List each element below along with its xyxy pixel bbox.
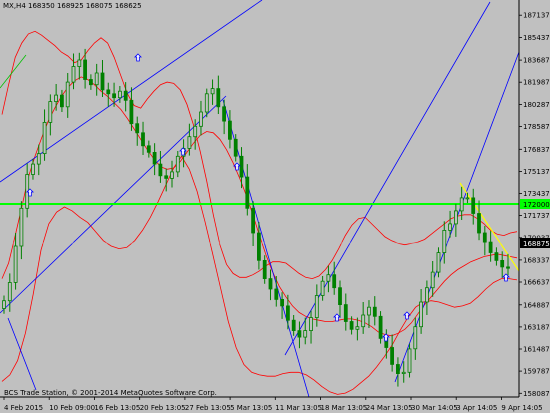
candle bbox=[378, 311, 383, 344]
x-tick-label: 20 Feb 13:05 bbox=[140, 404, 186, 412]
y-tick-label: 178587 bbox=[523, 123, 550, 131]
y-tick-label: 180287 bbox=[523, 101, 550, 109]
x-tick-label: 10 Feb 09:00 bbox=[49, 404, 95, 412]
x-tick-label: 3 Apr 14:05 bbox=[456, 404, 497, 412]
horizontal-level-value: 172000 bbox=[523, 201, 550, 209]
y-tick-label: 159787 bbox=[523, 368, 550, 376]
y-tick-label: 185437 bbox=[523, 34, 550, 42]
y-tick-label: 168337 bbox=[523, 256, 550, 264]
x-tick-label: 4 Feb 2015 bbox=[4, 404, 43, 412]
x-tick-label: 5 Mar 13:05 bbox=[230, 404, 272, 412]
x-tick-label: 9 Apr 14:05 bbox=[501, 404, 542, 412]
y-tick-label: 161487 bbox=[523, 346, 550, 354]
horizontal-level-label: 172000 bbox=[520, 199, 550, 209]
copyright-text: BCS Trade Station, © 2001-2014 MetaQuote… bbox=[4, 389, 217, 397]
x-tick-label: 16 Feb 13:05 bbox=[94, 404, 140, 412]
plot-area bbox=[0, 0, 519, 397]
y-tick-label: 173437 bbox=[523, 190, 550, 198]
y-tick-label: 175137 bbox=[523, 168, 550, 176]
x-tick-label: 11 Mar 13:05 bbox=[275, 404, 322, 412]
x-axis-ticks: 4 Feb 2015 10 Feb 09:00 16 Feb 13:05 20 Feb… bbox=[3, 397, 543, 412]
chart-header: MX,H4 168350 168925 168075 168625 bbox=[3, 2, 142, 10]
y-tick-label: 176837 bbox=[523, 146, 550, 154]
y-tick-label: 166637 bbox=[523, 279, 550, 287]
y-tick-label: 163187 bbox=[523, 323, 550, 331]
x-tick-label: 24 Mar 13:05 bbox=[366, 404, 413, 412]
x-tick-label: 30 Mar 14:05 bbox=[411, 404, 458, 412]
current-price-value: 168875 bbox=[523, 240, 550, 248]
candle bbox=[407, 343, 412, 378]
current-price-label: 168875 bbox=[520, 238, 550, 248]
price-chart: 187137 185437 183687 181987 180287 178587 1768… bbox=[0, 0, 550, 413]
x-tick-label: 27 Feb 13:05 bbox=[185, 404, 231, 412]
y-tick-label: 158087 bbox=[523, 390, 550, 398]
y-tick-label: 183687 bbox=[523, 57, 550, 65]
y-tick-label: 187137 bbox=[523, 12, 550, 20]
chart-window: 187137 185437 183687 181987 180287 178587 1768… bbox=[0, 0, 550, 413]
y-tick-label: 171737 bbox=[523, 212, 550, 220]
y-tick-label: 181987 bbox=[523, 79, 550, 87]
y-tick-label: 164887 bbox=[523, 301, 550, 309]
x-tick-label: 18 Mar 13:05 bbox=[321, 404, 368, 412]
